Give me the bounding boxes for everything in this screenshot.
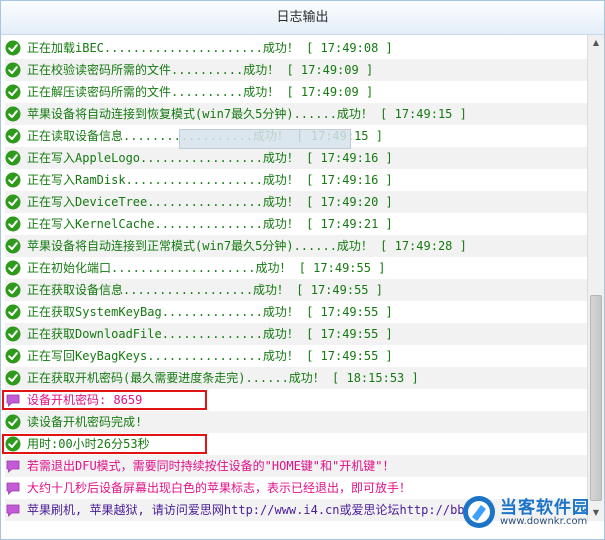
- log-entry-text: 正在写入RamDisk...................成功！ [ 17:4…: [27, 173, 393, 187]
- log-entry: 正在获取开机密码(最久需要进度条走完)......成功！ [ 18:15:53 …: [5, 367, 587, 389]
- log-entry-text: 正在写回KeyBagKeys................成功！ [ 17:4…: [27, 349, 393, 363]
- site-watermark: 当客软件园 www.downkr.com: [462, 491, 602, 535]
- log-entry-text: 大约十几秒后设备屏幕出现白色的苹果标志，表示已经退出，即可放手！: [27, 481, 412, 495]
- log-entry-text: 正在解压读密码所需的文件..........成功！ [ 17:49:09 ]: [27, 85, 374, 99]
- scrollbar-thumb[interactable]: [590, 295, 602, 501]
- vertical-scrollbar[interactable]: ▲ ▼: [587, 35, 604, 521]
- brand-logo-icon: [463, 496, 495, 528]
- log-entry-text: 正在加载iBEC......................成功！ [ 17:4…: [27, 41, 393, 55]
- log-entry-text: 正在获取SystemKeyBag..............成功！ [ 17:4…: [27, 305, 393, 319]
- window-title: 日志输出: [1, 1, 604, 35]
- log-entry-text: 若需退出DFU模式，需要同时持续按住设备的"HOME键"和"开机键"！: [27, 459, 395, 473]
- log-entry: 正在写回KeyBagKeys................成功！ [ 17:4…: [5, 345, 587, 367]
- log-entry: 正在解压读密码所需的文件..........成功！ [ 17:49:09 ]: [5, 81, 587, 103]
- log-entry-text: 正在校验读密码所需的文件..........成功！ [ 17:49:09 ]: [27, 63, 374, 77]
- scroll-up-arrow-icon[interactable]: ▲: [588, 35, 604, 51]
- log-entry: 正在校验读密码所需的文件..........成功！ [ 17:49:09 ]: [5, 59, 587, 81]
- log-window: 日志输出 正在加载iBEC......................成功！ […: [0, 0, 605, 540]
- log-entry: 正在写入DeviceTree................成功！ [ 17:4…: [5, 191, 587, 213]
- log-list: 正在加载iBEC......................成功！ [ 17:4…: [1, 35, 588, 521]
- log-entry: 若需退出DFU模式，需要同时持续按住设备的"HOME键"和"开机键"！: [5, 455, 587, 477]
- log-entry-text: 正在获取DownloadFile..............成功！ [ 17:4…: [27, 327, 393, 341]
- log-entry: 正在写入KernelCache...............成功！ [ 17:4…: [5, 213, 587, 235]
- log-entry-text: 苹果设备将自动连接到正常模式(win7最久5分钟)......成功！ [ 17:…: [27, 239, 467, 253]
- log-entry-text: 正在获取设备信息..................成功！ [ 17:49:55…: [27, 283, 383, 297]
- watermark-overlay: [179, 129, 351, 149]
- log-entry: 正在写入RamDisk...................成功！ [ 17:4…: [5, 169, 587, 191]
- log-entry: 正在获取DownloadFile..............成功！ [ 17:4…: [5, 323, 587, 345]
- log-entry-text: 正在写入AppleLogo.................成功！ [ 17:4…: [27, 151, 393, 165]
- log-entry: 正在获取设备信息..................成功！ [ 17:49:55…: [5, 279, 587, 301]
- log-entry-text: 正在写入DeviceTree................成功！ [ 17:4…: [27, 195, 393, 209]
- log-entry-text: 正在初始化端口....................成功！ [ 17:49:5…: [27, 261, 386, 275]
- log-entry: 苹果设备将自动连接到恢复模式(win7最久5分钟)......成功！ [ 17:…: [5, 103, 587, 125]
- log-entry: 正在加载iBEC......................成功！ [ 17:4…: [5, 37, 587, 59]
- highlight-box: [2, 434, 207, 454]
- log-entry-text: 正在获取开机密码(最久需要进度条走完)......成功！ [ 18:15:53 …: [27, 371, 419, 385]
- log-entry-text: 苹果设备将自动连接到恢复模式(win7最久5分钟)......成功！ [ 17:…: [27, 107, 467, 121]
- log-entry: 正在写入AppleLogo.................成功！ [ 17:4…: [5, 147, 587, 169]
- highlight-box: [2, 390, 207, 410]
- log-entry: 读设备开机密码完成!: [5, 411, 587, 433]
- log-entry-text: 正在写入KernelCache...............成功！ [ 17:4…: [27, 217, 393, 231]
- log-entry: 苹果设备将自动连接到正常模式(win7最久5分钟)......成功！ [ 17:…: [5, 235, 587, 257]
- brand-url: www.downkr.com: [500, 516, 588, 527]
- log-entry: 正在获取SystemKeyBag..............成功！ [ 17:4…: [5, 301, 587, 323]
- log-entry-text: 苹果刷机, 苹果越狱, 请访问爱思网http://www.i4.cn或爱思论坛h…: [27, 503, 479, 517]
- log-entry: 正在初始化端口....................成功！ [ 17:49:5…: [5, 257, 587, 279]
- log-entry-text: 读设备开机密码完成!: [27, 415, 143, 429]
- brand-name: 当客软件园: [500, 498, 590, 518]
